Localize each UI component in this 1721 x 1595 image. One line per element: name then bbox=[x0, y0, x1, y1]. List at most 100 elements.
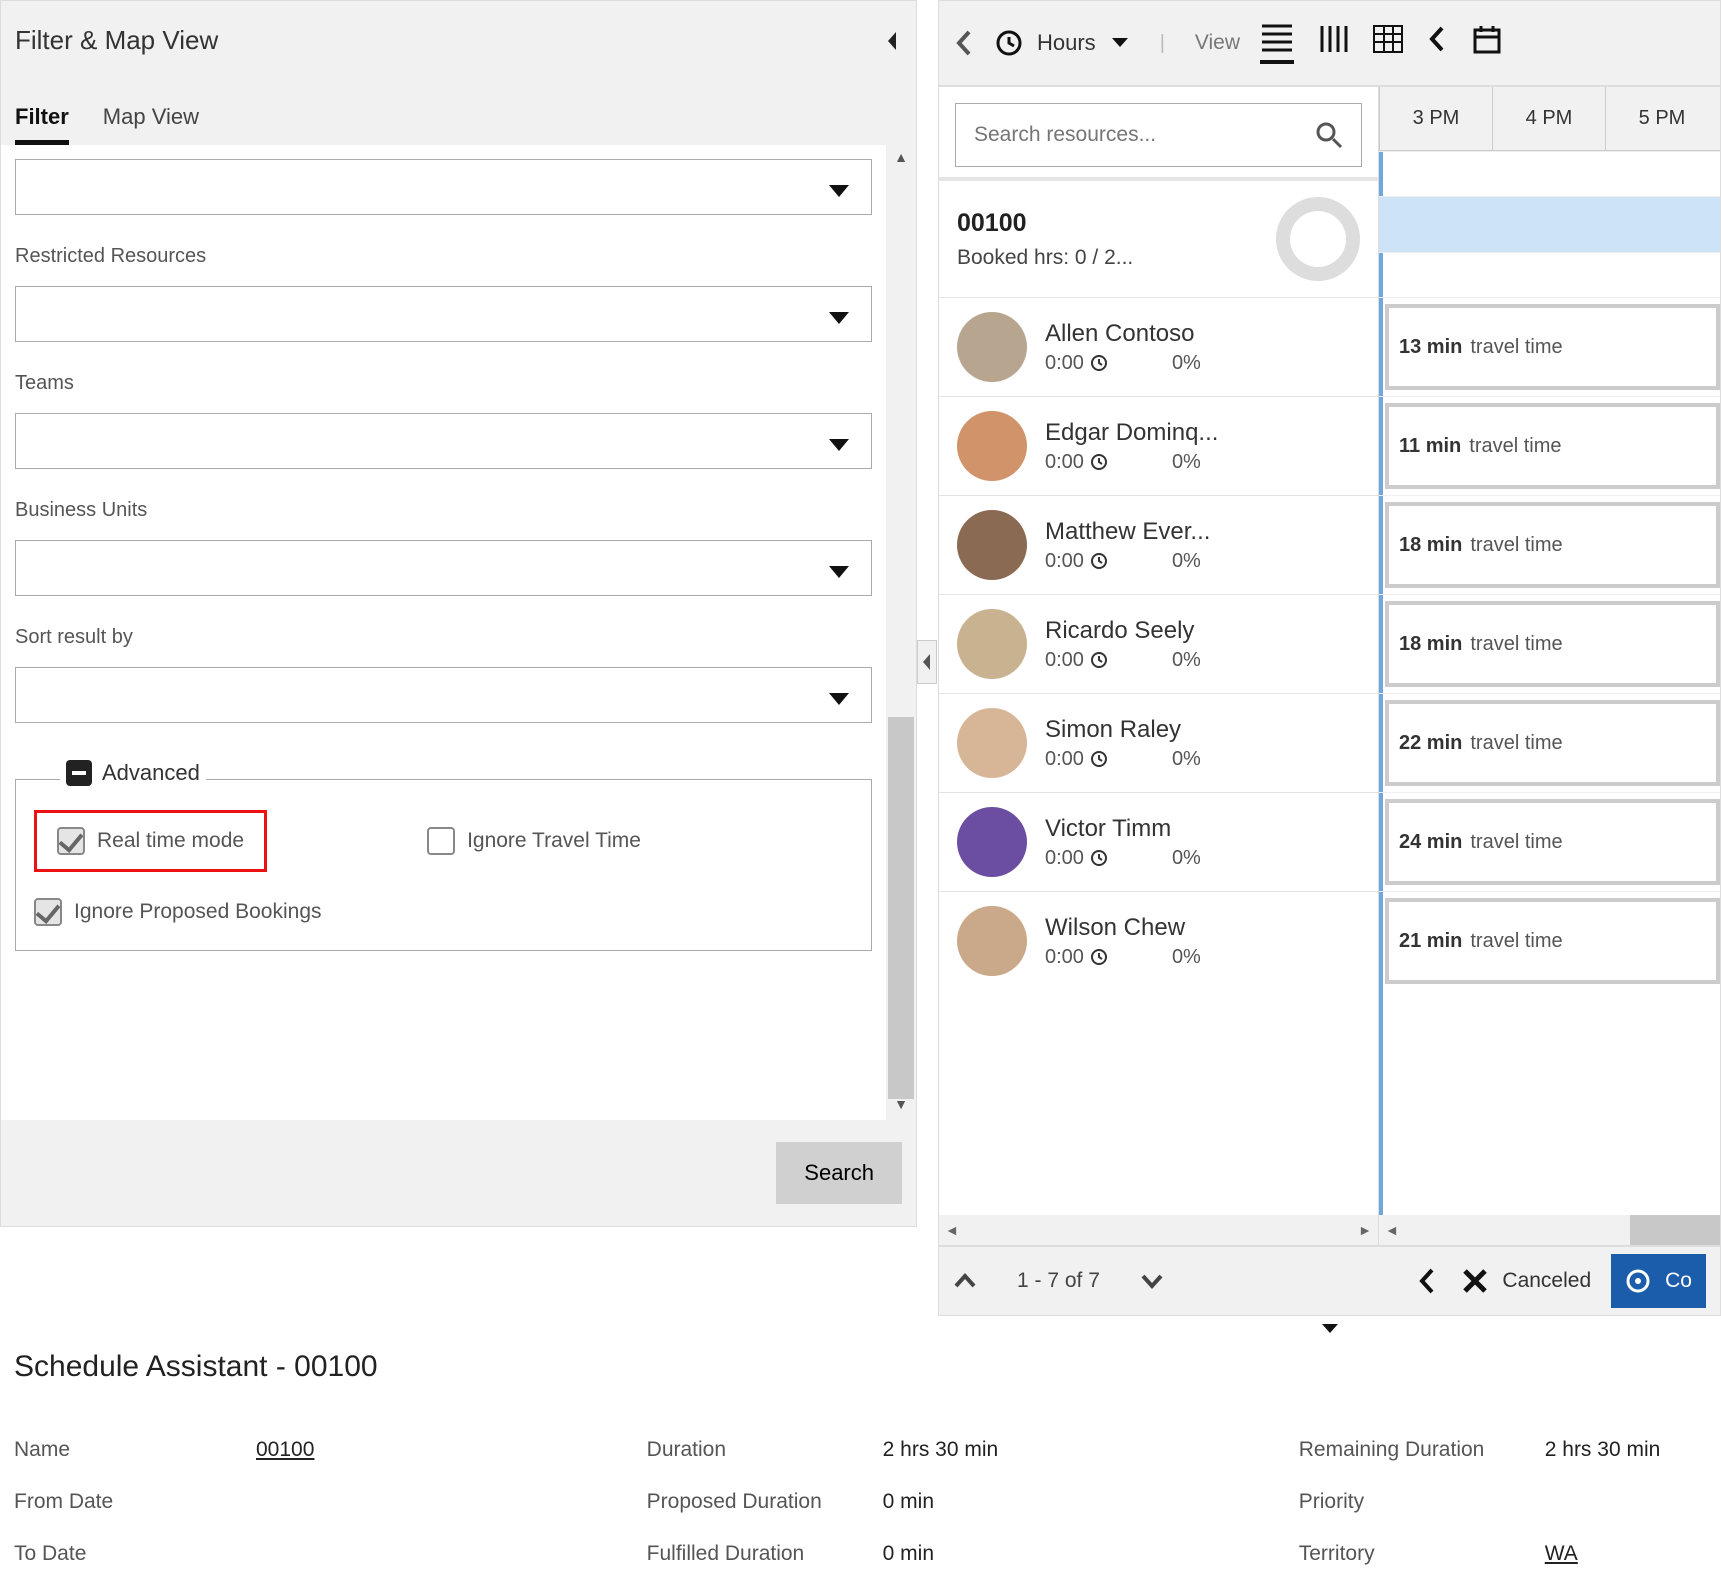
time-header-cell: 4 PM bbox=[1492, 87, 1605, 150]
checkbox-ignore-proposed-bookings[interactable]: Ignore Proposed Bookings bbox=[34, 898, 853, 926]
scroll-thumb[interactable] bbox=[1630, 1215, 1720, 1245]
label-name: Name bbox=[14, 1438, 256, 1462]
resource-h-scrollbar[interactable]: ◄► bbox=[939, 1215, 1378, 1245]
clock-icon bbox=[1090, 849, 1108, 867]
schedule-row[interactable]: 18 mintravel time bbox=[1379, 594, 1720, 693]
resource-search[interactable] bbox=[955, 103, 1362, 167]
clock-icon bbox=[1090, 750, 1108, 768]
travel-slot[interactable]: 13 mintravel time bbox=[1385, 304, 1720, 390]
collapse-left-icon[interactable] bbox=[882, 30, 902, 52]
label-proposed-duration: Proposed Duration bbox=[647, 1490, 883, 1514]
resource-search-input[interactable] bbox=[974, 123, 1315, 147]
left-scrollbar[interactable]: ▲ ▼ bbox=[886, 145, 916, 1120]
label-duration: Duration bbox=[647, 1438, 883, 1462]
time-scale-dropdown[interactable]: Hours bbox=[995, 29, 1130, 57]
page-down-icon[interactable] bbox=[1140, 1272, 1164, 1290]
legend-prev-icon[interactable] bbox=[1418, 1266, 1438, 1296]
x-icon bbox=[1458, 1264, 1492, 1298]
schedule-column: 3 PM4 PM5 PM 13 mintravel time11 mintrav… bbox=[1378, 86, 1721, 1246]
search-button[interactable]: Search bbox=[776, 1142, 902, 1204]
calendar-icon[interactable] bbox=[1472, 24, 1502, 62]
label-sort-result: Sort result by bbox=[15, 626, 872, 649]
scroll-left-icon[interactable]: ◄ bbox=[945, 1222, 959, 1238]
value-fulfilled-duration: 0 min bbox=[883, 1542, 934, 1566]
filter-select-top[interactable] bbox=[15, 159, 872, 215]
travel-slot[interactable]: 18 mintravel time bbox=[1385, 601, 1720, 687]
schedule-row[interactable]: 24 mintravel time bbox=[1379, 792, 1720, 891]
legend-committed[interactable]: Co bbox=[1611, 1254, 1706, 1308]
work-order-avatar bbox=[1276, 197, 1360, 281]
select-business-units[interactable] bbox=[15, 540, 872, 596]
view-columns-icon[interactable] bbox=[1318, 24, 1348, 62]
clock-icon bbox=[1090, 651, 1108, 669]
work-order-booked: Booked hrs: 0 / 2... bbox=[957, 246, 1133, 270]
resource-name: Edgar Dominq... bbox=[1045, 419, 1265, 447]
tab-filter[interactable]: Filter bbox=[15, 104, 69, 145]
clock-icon bbox=[1090, 948, 1108, 966]
travel-slot[interactable]: 22 mintravel time bbox=[1385, 700, 1720, 786]
avatar bbox=[957, 708, 1027, 778]
resource-item[interactable]: Allen Contoso 0:00 0% bbox=[939, 297, 1378, 396]
resource-item[interactable]: Matthew Ever... 0:00 0% bbox=[939, 495, 1378, 594]
checkbox-real-time-mode[interactable]: Real time mode bbox=[57, 827, 244, 855]
search-icon bbox=[1315, 121, 1343, 149]
schedule-row[interactable]: 11 mintravel time bbox=[1379, 396, 1720, 495]
avatar bbox=[957, 906, 1027, 976]
resource-list: Allen Contoso 0:00 0% Edgar Dominq... 0:… bbox=[939, 297, 1378, 1215]
link-name[interactable]: 00100 bbox=[256, 1438, 314, 1462]
scroll-left-icon[interactable]: ◄ bbox=[1379, 1222, 1399, 1238]
resource-item[interactable]: Ricardo Seely 0:00 0% bbox=[939, 594, 1378, 693]
travel-slot[interactable]: 21 mintravel time bbox=[1385, 898, 1720, 984]
collapse-icon bbox=[66, 760, 92, 786]
scroll-thumb[interactable] bbox=[888, 717, 914, 1099]
schedule-row[interactable]: 21 mintravel time bbox=[1379, 891, 1720, 990]
checkbox-ignore-travel-time[interactable]: Ignore Travel Time bbox=[427, 810, 641, 872]
resource-item[interactable]: Simon Raley 0:00 0% bbox=[939, 693, 1378, 792]
scroll-up-icon[interactable]: ▲ bbox=[894, 145, 908, 169]
clock-icon bbox=[1090, 552, 1108, 570]
filter-panel-title: Filter & Map View bbox=[15, 25, 218, 56]
scroll-down-icon[interactable]: ▼ bbox=[894, 1092, 908, 1116]
work-order-header[interactable]: 00100 Booked hrs: 0 / 2... bbox=[939, 181, 1378, 297]
schedule-row[interactable]: 22 mintravel time bbox=[1379, 693, 1720, 792]
value-duration: 2 hrs 30 min bbox=[883, 1438, 999, 1462]
view-mode-group bbox=[1260, 22, 1502, 64]
work-order-id: 00100 bbox=[957, 209, 1133, 238]
schedule-row[interactable]: 13 mintravel time bbox=[1379, 297, 1720, 396]
clock-icon bbox=[995, 29, 1023, 57]
select-teams[interactable] bbox=[15, 413, 872, 469]
travel-slot[interactable]: 11 mintravel time bbox=[1385, 403, 1720, 489]
resource-name: Allen Contoso bbox=[1045, 320, 1265, 348]
page-up-icon[interactable] bbox=[953, 1272, 977, 1290]
view-list-icon[interactable] bbox=[1260, 22, 1294, 64]
avatar bbox=[957, 510, 1027, 580]
travel-slot[interactable]: 18 mintravel time bbox=[1385, 502, 1720, 588]
travel-slot[interactable]: 24 mintravel time bbox=[1385, 799, 1720, 885]
select-restricted-resources[interactable] bbox=[15, 286, 872, 342]
label-to-date: To Date bbox=[14, 1542, 256, 1566]
resource-name: Victor Timm bbox=[1045, 815, 1265, 843]
schedule-h-scrollbar[interactable]: ◄ bbox=[1379, 1215, 1720, 1245]
select-sort-result[interactable] bbox=[15, 667, 872, 723]
prev-icon[interactable] bbox=[1428, 24, 1448, 62]
legend-canceled[interactable]: Canceled bbox=[1458, 1264, 1591, 1298]
avatar bbox=[957, 411, 1027, 481]
splitter-handle[interactable] bbox=[917, 640, 937, 684]
filter-panel-header: Filter & Map View Filter Map View bbox=[0, 0, 917, 145]
resource-item[interactable]: Edgar Dominq... 0:00 0% bbox=[939, 396, 1378, 495]
label-business-units: Business Units bbox=[15, 499, 872, 522]
label-fulfilled-duration: Fulfilled Duration bbox=[647, 1542, 883, 1566]
tab-map-view[interactable]: Map View bbox=[103, 104, 199, 145]
scroll-right-icon[interactable]: ► bbox=[1358, 1222, 1372, 1238]
advanced-legend[interactable]: Advanced bbox=[60, 760, 206, 786]
resource-item[interactable]: Wilson Chew 0:00 0% bbox=[939, 891, 1378, 990]
link-territory[interactable]: WA bbox=[1545, 1542, 1578, 1566]
label-priority: Priority bbox=[1299, 1490, 1545, 1514]
resource-item[interactable]: Victor Timm 0:00 0% bbox=[939, 792, 1378, 891]
label-from-date: From Date bbox=[14, 1490, 256, 1514]
expand-down-icon[interactable] bbox=[1308, 1318, 1352, 1340]
prev-date-button[interactable] bbox=[955, 28, 975, 58]
view-grid-icon[interactable] bbox=[1372, 24, 1404, 62]
schedule-panel: Hours | View 00100 Booked hrs: 0 bbox=[938, 0, 1721, 1316]
schedule-row[interactable]: 18 mintravel time bbox=[1379, 495, 1720, 594]
